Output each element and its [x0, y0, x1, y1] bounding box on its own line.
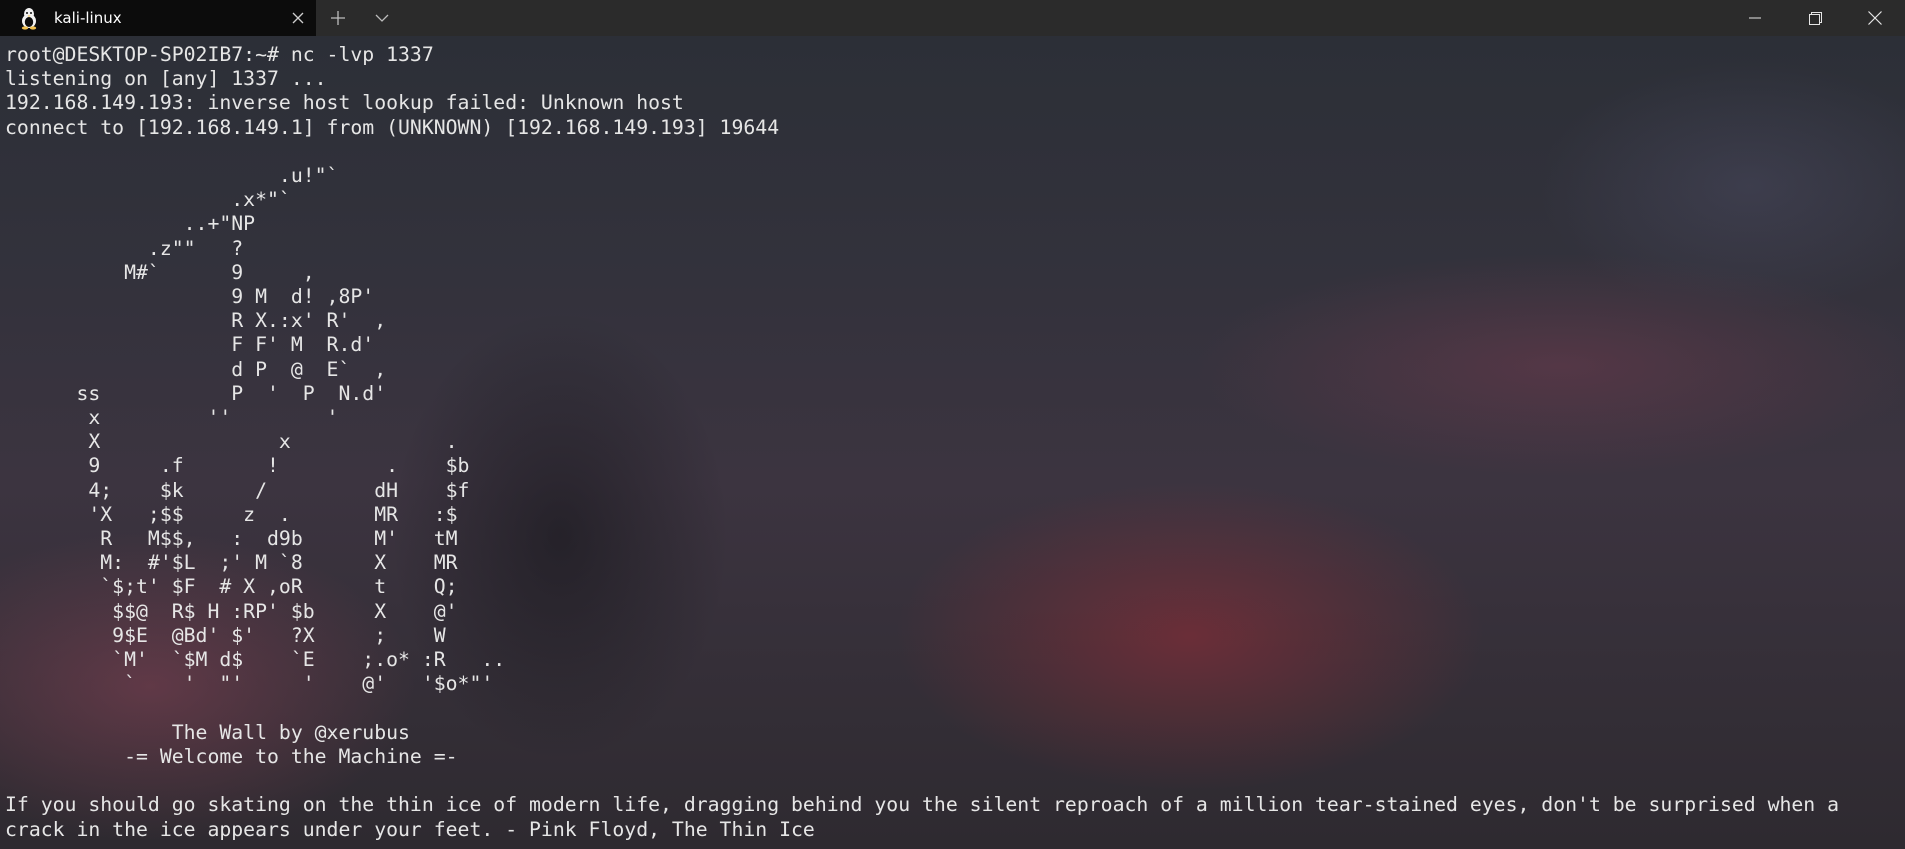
terminal-line: R M$$, : d9b M' tM — [5, 527, 458, 551]
plus-icon — [331, 11, 345, 25]
close-button[interactable] — [1845, 0, 1905, 36]
terminal-line: ..+"NP — [5, 212, 256, 236]
terminal-line: x '' ' — [5, 406, 339, 430]
terminal-line: ` ' "' ' @' '$o*"' — [5, 672, 494, 696]
chevron-down-icon — [375, 14, 389, 22]
new-tab-button[interactable] — [316, 0, 360, 36]
tab-kali-linux[interactable]: kali-linux — [0, 0, 316, 36]
tab-dropdown-button[interactable] — [360, 0, 404, 36]
terminal-line: R X.:x' R' , — [5, 309, 387, 333]
terminal-line: `$;t' $F # X ,oR t Q; — [5, 575, 458, 599]
minimize-icon — [1749, 17, 1761, 19]
title-bar-drag-area[interactable] — [404, 0, 1725, 36]
terminal-line: d P @ E` , — [5, 357, 387, 381]
title-bar: kali-linux — [0, 0, 1905, 36]
tux-icon — [21, 8, 37, 30]
terminal-line: .u!"` — [5, 164, 339, 188]
terminal-line: ss P ' P N.d' — [5, 381, 387, 405]
terminal-line: connect to [192.168.149.1] from (UNKNOWN… — [5, 115, 780, 139]
terminal-line: M#` 9 , — [5, 260, 315, 284]
terminal-line: If you should go skating on the thin ice… — [5, 793, 1840, 817]
terminal-line: 9$E @Bd' $' ?X ; W — [5, 623, 446, 647]
terminal-line: F F' M R.d' — [5, 333, 375, 357]
terminal-output: root@DESKTOP-SP02IB7:~# nc -lvp 1337 lis… — [0, 36, 1905, 842]
terminal-line: The Wall by @xerubus — [5, 720, 410, 744]
restore-icon — [1808, 11, 1822, 25]
terminal-line: X x . — [5, 430, 458, 454]
tab-title: kali-linux — [54, 9, 122, 27]
terminal-line: M: #'$L ;' M `8 X MR — [5, 551, 458, 575]
terminal-line: 192.168.149.193: inverse host lookup fai… — [5, 91, 684, 115]
terminal-line: 9 .f ! . $b — [5, 454, 470, 478]
close-icon — [1868, 11, 1882, 25]
terminal-line: 'X ;$$ z . MR :$ — [5, 502, 458, 526]
terminal-pane[interactable]: root@DESKTOP-SP02IB7:~# nc -lvp 1337 lis… — [0, 36, 1905, 849]
terminal-line: 4; $k / dH $f — [5, 478, 470, 502]
terminal-line: .z"" ? — [5, 236, 244, 260]
terminal-line: crack in the ice appears under your feet… — [5, 817, 815, 841]
restore-button[interactable] — [1785, 0, 1845, 36]
terminal-line: $$@ R$ H :RP' $b X @' — [5, 599, 458, 623]
terminal-line: -= Welcome to the Machine =- — [5, 744, 458, 768]
tab-close-icon[interactable] — [280, 0, 316, 36]
terminal-line: 9 M d! ,8P' — [5, 285, 375, 309]
terminal-line: listening on [any] 1337 ... — [5, 67, 327, 91]
terminal-line: root@DESKTOP-SP02IB7:~# nc -lvp 1337 — [5, 43, 434, 66]
terminal-line: `M' `$M d$ `E ;.o* :R .. — [5, 648, 506, 672]
terminal-line: .x*"` — [5, 188, 291, 212]
minimize-button[interactable] — [1725, 0, 1785, 36]
